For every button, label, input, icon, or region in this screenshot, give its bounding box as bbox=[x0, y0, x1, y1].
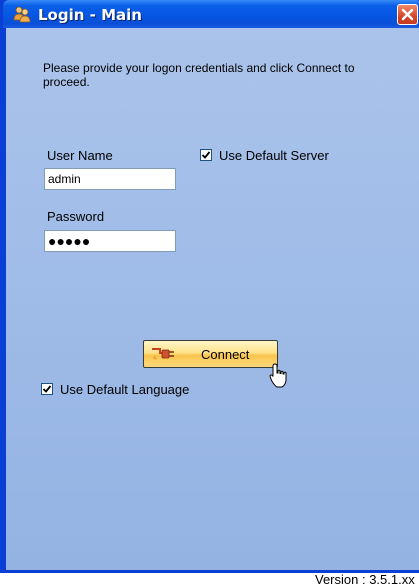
password-label: Password bbox=[47, 209, 105, 224]
login-panel: Please provide your logon credentials an… bbox=[6, 28, 419, 587]
password-input[interactable]: ●●●●● bbox=[44, 230, 176, 252]
version-text: Version : 3.5.1.xx bbox=[315, 572, 415, 587]
default-language-label[interactable]: Use Default Language bbox=[60, 382, 189, 397]
login-window: Login - Main Please provide your logon c… bbox=[0, 0, 419, 587]
close-button[interactable] bbox=[397, 4, 418, 25]
connect-label: Connect bbox=[201, 347, 250, 362]
connect-button[interactable]: Connect bbox=[143, 340, 278, 368]
users-icon bbox=[13, 5, 31, 23]
default-server-checkbox[interactable] bbox=[200, 149, 212, 161]
window-title: Login - Main bbox=[38, 6, 142, 24]
checkmark-icon bbox=[42, 385, 52, 393]
close-icon bbox=[401, 8, 414, 21]
hand-pointer-icon bbox=[269, 363, 289, 394]
title-bar[interactable]: Login - Main bbox=[3, 0, 419, 28]
username-input[interactable]: admin bbox=[44, 168, 176, 190]
default-language-checkbox[interactable] bbox=[41, 383, 53, 395]
connect-plug-icon bbox=[151, 346, 177, 367]
instructions-text: Please provide your logon credentials an… bbox=[43, 61, 355, 89]
default-server-label[interactable]: Use Default Server bbox=[219, 148, 329, 163]
checkmark-icon bbox=[201, 151, 211, 159]
username-label: User Name bbox=[47, 148, 113, 163]
